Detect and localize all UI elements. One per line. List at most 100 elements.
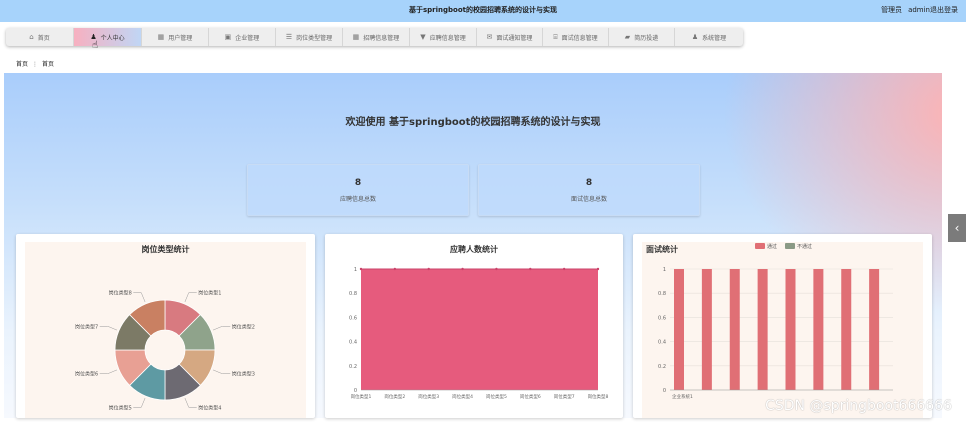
x-tick-label: 岗位类型8 bbox=[588, 393, 609, 400]
list-icon: ☰ bbox=[285, 33, 293, 41]
slice-label: 岗位类型4 bbox=[198, 404, 221, 411]
nav-tab[interactable]: ▦ 招聘信息管理 bbox=[343, 28, 410, 46]
nav-tabs: ⌂ 首页 ♟ 个人中心 ▦ 用户管理 ▣ 企业管理 ☰ 岗位类型管理 ▦ 招聘信息管理 ▼ 应聘信息管理 ✉… bbox=[6, 28, 743, 46]
user-role: 管理员 bbox=[881, 6, 903, 14]
x-tick-label: 岗位类型2 bbox=[384, 393, 405, 400]
data-point bbox=[529, 267, 532, 271]
welcome-heading: 欢迎使用 基于springboot的校园招聘系统的设计与实现 bbox=[345, 117, 601, 128]
chart-title: 岗位类型统计 bbox=[142, 244, 190, 254]
nav-tab[interactable]: ▣ 企业管理 bbox=[209, 28, 276, 46]
data-point bbox=[495, 267, 498, 271]
building-icon: ▣ bbox=[224, 33, 232, 41]
slice-label: 岗位类型6 bbox=[75, 371, 98, 378]
nav-tab[interactable]: ♟ 系统管理 bbox=[675, 28, 743, 46]
bar bbox=[813, 269, 824, 390]
bank-icon: ⌸ bbox=[553, 32, 558, 41]
nav-tab[interactable]: ☰ 岗位类型管理 bbox=[276, 28, 343, 46]
y-tick-label: 0.6 bbox=[658, 315, 666, 321]
nav-tab[interactable]: ⌸ 面试信息管理 bbox=[543, 28, 609, 46]
y-tick-label: 0.8 bbox=[658, 291, 666, 297]
grid-icon: ▦ bbox=[352, 33, 360, 41]
nav-tab[interactable]: ⌂ 首页 bbox=[6, 28, 74, 46]
y-tick-label: 0 bbox=[354, 388, 357, 394]
nav-tab-label: 应聘信息管理 bbox=[429, 34, 466, 42]
nav-tab-label: 个人中心 bbox=[100, 34, 125, 42]
breadcrumb: 首页 ⋮ 首页 bbox=[16, 59, 54, 68]
app-title: 基于springboot的校园招聘系统的设计与实现 bbox=[409, 6, 557, 14]
chart-card-job-types: 岗位类型统计 岗位类型1 岗位类型2 岗位类型3 岗位类型4 岗位类型5 岗位类型6 岗位类型… bbox=[16, 234, 315, 418]
legend-label: 不通过 bbox=[797, 243, 812, 250]
bar bbox=[841, 269, 852, 390]
top-bar: 基于springboot的校园招聘系统的设计与实现 管理员 admin 退出登录 bbox=[0, 0, 966, 22]
chart-title: 应聘人数统计 bbox=[450, 244, 498, 254]
nav-tab-label: 首页 bbox=[37, 34, 50, 42]
funnel-icon: ▼ bbox=[420, 33, 426, 41]
data-point bbox=[461, 267, 464, 271]
home-icon: ⌂ bbox=[29, 33, 34, 41]
chart-card-interviews: 面试统计 通过 不通过 0 0.2 0.4 0.6 0.8 1 企业系统1 bbox=[633, 234, 932, 418]
nav-tab[interactable]: ♟ 个人中心 bbox=[74, 28, 142, 46]
area-fill bbox=[361, 269, 598, 390]
y-tick-label: 0.4 bbox=[349, 340, 357, 346]
slice-label: 岗位类型8 bbox=[109, 290, 132, 297]
stat-value: 8 bbox=[354, 178, 362, 188]
chart-background bbox=[642, 242, 923, 418]
nav-tab[interactable]: ▰ 简历投递 bbox=[609, 28, 675, 46]
data-point bbox=[596, 267, 600, 271]
y-tick-label: 0.2 bbox=[658, 364, 666, 370]
y-tick-label: 0.6 bbox=[349, 315, 357, 321]
nav-tab[interactable]: ▦ 用户管理 bbox=[142, 28, 209, 46]
slice-label: 岗位类型1 bbox=[198, 290, 221, 297]
message-icon: ✉ bbox=[486, 33, 493, 41]
x-tick-label: 岗位类型7 bbox=[554, 393, 575, 400]
mouse-cursor-icon: ☝ bbox=[92, 40, 99, 51]
y-tick-label: 1 bbox=[354, 267, 357, 273]
breadcrumb-separator: ⋮ bbox=[32, 61, 39, 68]
y-tick-label: 0 bbox=[663, 388, 666, 394]
x-tick-label: 岗位类型4 bbox=[452, 393, 473, 400]
user-info: 管理员 admin bbox=[881, 5, 936, 15]
nav-tab[interactable]: ✉ 面试通知管理 bbox=[477, 28, 543, 46]
grid-icon: ▦ bbox=[157, 33, 165, 41]
slice-label: 岗位类型3 bbox=[232, 371, 255, 378]
bar bbox=[869, 269, 880, 390]
y-tick-label: 0.2 bbox=[349, 364, 357, 370]
bar bbox=[729, 269, 740, 390]
bar bbox=[701, 269, 712, 390]
x-tick-label: 岗位类型6 bbox=[520, 393, 541, 400]
data-point bbox=[427, 267, 430, 271]
stat-label: 应聘信息总数 bbox=[339, 196, 376, 203]
nav-tab[interactable]: ▼ 应聘信息管理 bbox=[410, 28, 477, 46]
logout-button[interactable]: 退出登录 bbox=[930, 5, 958, 15]
bar bbox=[757, 269, 768, 390]
user-icon: ♟ bbox=[691, 33, 699, 41]
slice-label: 岗位类型2 bbox=[232, 323, 255, 330]
breadcrumb-current: 首页 bbox=[42, 61, 55, 68]
data-point bbox=[359, 267, 363, 271]
briefcase-icon: ▰ bbox=[624, 33, 631, 41]
stat-card-interviews: 8 面试信息总数 bbox=[478, 164, 700, 216]
y-tick-label: 0.8 bbox=[349, 291, 357, 297]
x-tick-label: 岗位类型3 bbox=[418, 393, 439, 400]
legend-swatch bbox=[755, 243, 765, 249]
area-chart: 应聘人数统计 0 0.2 0.4 0.6 0.8 1 岗位类型1 岗位类型2 岗位类型3 岗位类型4… bbox=[349, 244, 609, 400]
stat-label: 面试信息总数 bbox=[570, 196, 607, 203]
nav-tab-label: 用户管理 bbox=[168, 34, 193, 42]
pie-chart: 岗位类型统计岗位类型1 岗位类型2 岗位类型3 岗位类型4 岗位类型5 岗位类型6 岗位类型… bbox=[25, 242, 306, 418]
username: admin bbox=[908, 6, 930, 14]
y-tick-label: 1 bbox=[663, 267, 666, 273]
nav-tab-label: 简历投递 bbox=[634, 34, 659, 42]
bar-chart: 面试统计 通过 不通过 0 0.2 0.4 0.6 0.8 1 企业系统1 bbox=[642, 242, 923, 418]
stat-value: 8 bbox=[585, 178, 593, 188]
data-point bbox=[393, 267, 397, 271]
x-tick-label: 岗位类型5 bbox=[486, 393, 507, 400]
nav-tab-label: 面试信息管理 bbox=[561, 34, 598, 42]
x-tick-label: 企业系统1 bbox=[672, 393, 693, 400]
nav-tab-label: 岗位类型管理 bbox=[296, 34, 333, 42]
collapse-arrow-icon[interactable]: ‹ bbox=[948, 214, 966, 242]
watermark: CSDN @springboot666666 bbox=[765, 398, 952, 414]
nav-tab-label: 面试通知管理 bbox=[496, 34, 533, 42]
nav-tab-label: 系统管理 bbox=[702, 34, 727, 42]
breadcrumb-home[interactable]: 首页 bbox=[16, 61, 28, 68]
chart-card-applicants: 应聘人数统计 0 0.2 0.4 0.6 0.8 1 岗位类型1 岗位类型2 岗位类型3 岗位类型4… bbox=[325, 234, 623, 418]
